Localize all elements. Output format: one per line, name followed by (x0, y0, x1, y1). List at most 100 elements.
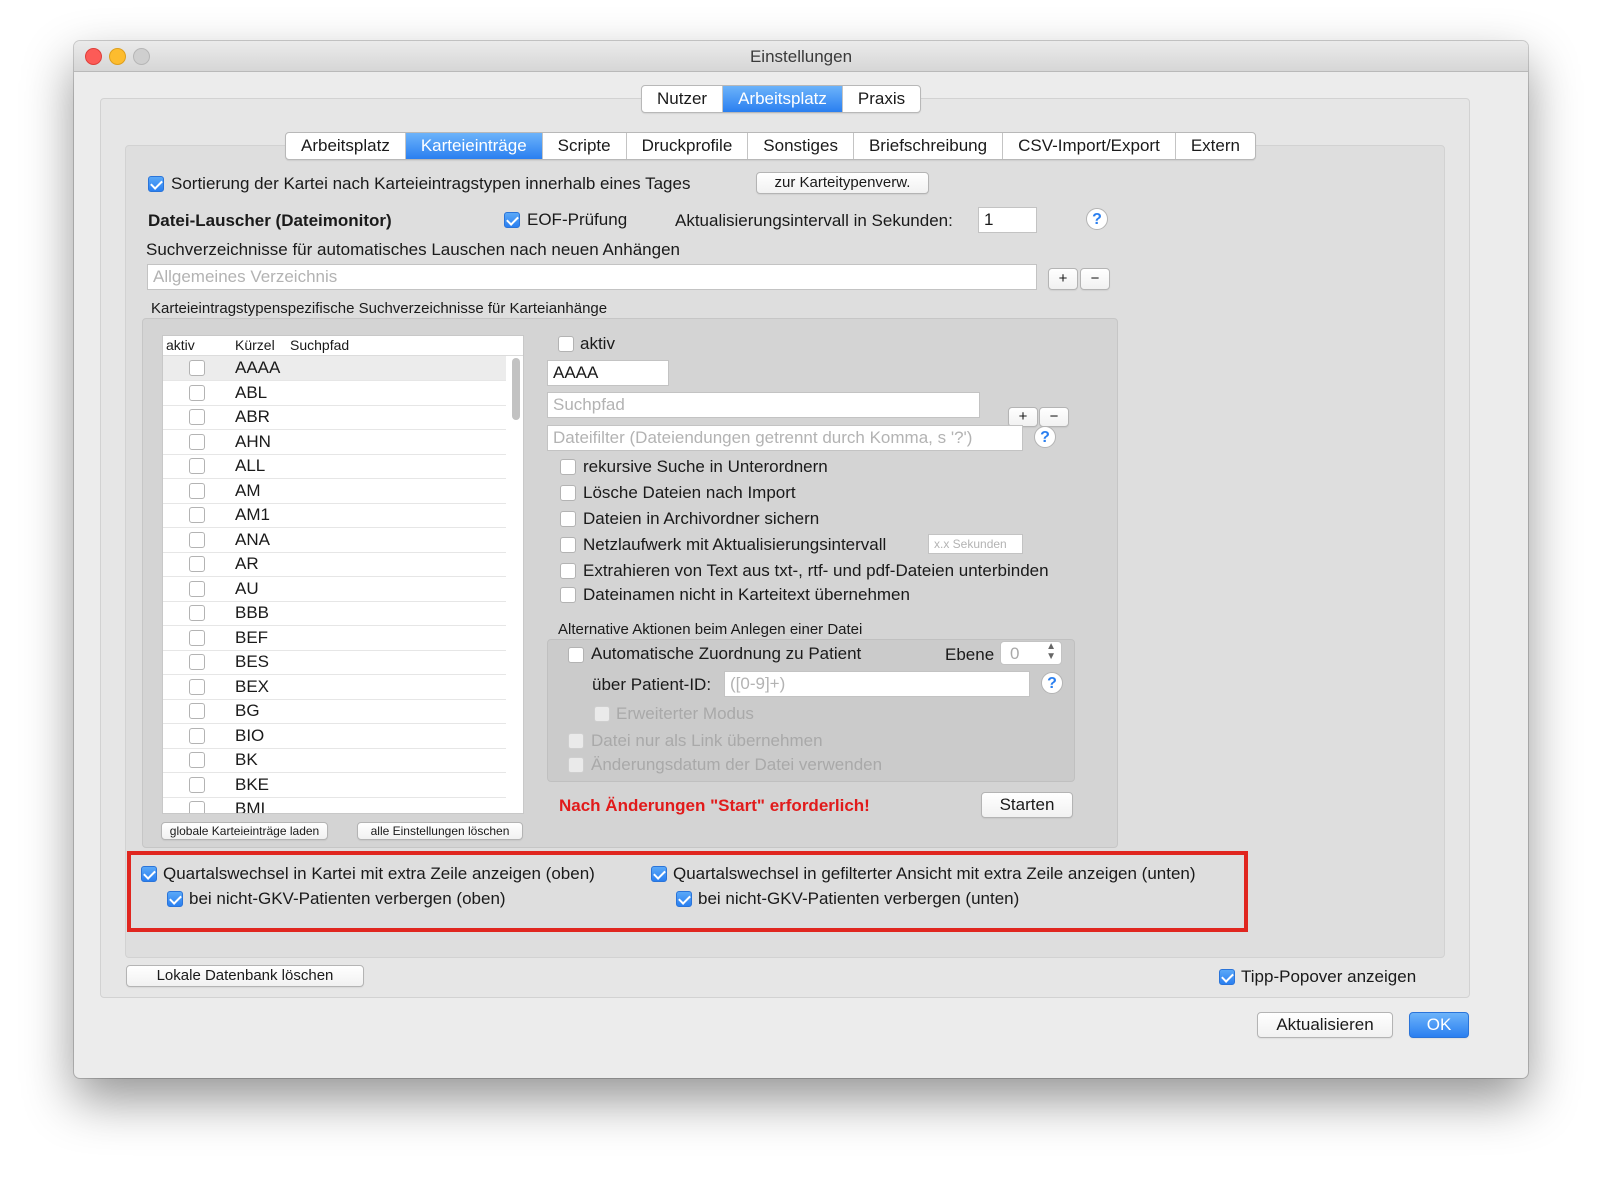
row-aktiv-checkbox[interactable] (189, 482, 205, 499)
row-aktiv-checkbox[interactable] (189, 409, 205, 425)
table-row[interactable]: AU (163, 577, 506, 602)
row-aktiv-checkbox[interactable] (189, 433, 205, 450)
code-input[interactable]: AAAA (547, 360, 669, 386)
subtab-sonstiges[interactable]: Sonstiges (748, 133, 854, 159)
quarter-bottom-checkbox[interactable] (651, 866, 667, 882)
remove-path-button[interactable]: − (1039, 407, 1069, 427)
quarter-top-hide-checkbox[interactable] (167, 891, 183, 907)
table-row[interactable]: AM1 (163, 503, 506, 528)
subtab-karteieintraege[interactable]: Karteieinträge (405, 133, 543, 159)
column-kuerzel[interactable]: Kürzel (235, 337, 275, 353)
column-suchpfad[interactable]: Suchpfad (290, 337, 349, 353)
interval-input[interactable]: 1 (978, 207, 1037, 233)
quarter-bottom-label: Quartalswechsel in gefilterter Ansicht m… (673, 864, 1196, 883)
load-global-entries-button[interactable]: globale Karteieinträge laden (161, 822, 328, 840)
subtab-briefschreibung[interactable]: Briefschreibung (854, 133, 1004, 159)
row-aktiv-checkbox[interactable] (189, 384, 205, 401)
table-row[interactable]: BEX (163, 675, 506, 700)
patient-id-help-button[interactable]: ? (1041, 672, 1063, 694)
archive-folder-checkbox[interactable] (560, 511, 576, 527)
table-row[interactable]: BKE (163, 773, 506, 798)
eof-checkbox[interactable] (504, 212, 520, 228)
row-aktiv-checkbox[interactable] (189, 703, 205, 719)
quarter-bottom-hide-checkbox[interactable] (676, 891, 692, 907)
filename-checkbox[interactable] (560, 587, 576, 603)
tab-nutzer[interactable]: Nutzer (642, 86, 724, 112)
filefilter-input[interactable]: Dateifilter (Dateiendungen getrennt durc… (547, 425, 1023, 451)
auto-assign-checkbox[interactable] (568, 647, 584, 663)
table-row[interactable]: ABR (163, 405, 506, 430)
window-title: Einstellungen (749, 47, 853, 66)
remove-directory-button[interactable]: − (1080, 268, 1110, 290)
subtab-scripte[interactable]: Scripte (543, 133, 627, 159)
table-row[interactable]: BBB (163, 601, 506, 626)
delete-after-import-checkbox[interactable] (560, 485, 576, 501)
table-row[interactable]: ALL (163, 454, 506, 479)
row-aktiv-checkbox[interactable] (189, 556, 205, 572)
row-aktiv-checkbox[interactable] (189, 727, 205, 744)
row-aktiv-checkbox[interactable] (189, 801, 205, 813)
row-aktiv-checkbox[interactable] (189, 752, 205, 768)
stepper-arrows-icon[interactable]: ▲ ▼ (1046, 642, 1056, 662)
refresh-button[interactable]: Aktualisieren (1257, 1012, 1393, 1038)
add-path-button[interactable]: + (1008, 407, 1038, 427)
detail-aktiv-checkbox[interactable] (558, 336, 574, 352)
subtab-druckprofile[interactable]: Druckprofile (627, 133, 749, 159)
subtab-extern[interactable]: Extern (1176, 133, 1255, 159)
row-aktiv-checkbox[interactable] (189, 678, 205, 695)
table-row[interactable]: AAAA (163, 356, 506, 381)
quarter-top-checkbox[interactable] (141, 866, 157, 882)
karteitypen-button[interactable]: zur Karteitypenverw. (756, 172, 929, 194)
table-row[interactable]: BMI (163, 797, 506, 813)
sub-tab-bar: Arbeitsplatz Karteieinträge Scripte Druc… (285, 132, 1256, 160)
patient-id-input[interactable]: ([0-9]+) (724, 671, 1030, 697)
ok-button[interactable]: OK (1409, 1012, 1469, 1038)
row-aktiv-checkbox[interactable] (189, 360, 205, 376)
sort-checkbox[interactable] (148, 176, 164, 192)
row-kuerzel: AU (235, 578, 259, 598)
filefilter-help-button[interactable]: ? (1034, 426, 1056, 448)
row-aktiv-checkbox[interactable] (189, 629, 205, 646)
row-aktiv-checkbox[interactable] (189, 531, 205, 548)
mod-date-label: Änderungsdatum der Datei verwenden (591, 755, 883, 774)
table-row[interactable]: ANA (163, 528, 506, 553)
table-row[interactable]: AR (163, 552, 506, 577)
column-aktiv[interactable]: aktiv (166, 337, 195, 353)
searchpath-input[interactable]: Suchpfad (547, 392, 980, 418)
table-row[interactable]: BK (163, 748, 506, 773)
link-only-checkbox[interactable] (568, 733, 584, 749)
tab-praxis[interactable]: Praxis (843, 86, 920, 112)
monitor-help-button[interactable]: ? (1086, 208, 1108, 230)
row-aktiv-checkbox[interactable] (189, 776, 205, 793)
clear-all-settings-button[interactable]: alle Einstellungen löschen (357, 822, 523, 840)
row-aktiv-checkbox[interactable] (189, 654, 205, 670)
general-directory-input[interactable]: Allgemeines Verzeichnis (147, 264, 1037, 290)
table-row[interactable]: BEF (163, 626, 506, 651)
tips-checkbox[interactable] (1219, 969, 1235, 985)
row-aktiv-checkbox[interactable] (189, 458, 205, 474)
delete-local-db-button[interactable]: Lokale Datenbank löschen (126, 965, 364, 987)
table-row[interactable]: BG (163, 699, 506, 724)
row-aktiv-checkbox[interactable] (189, 605, 205, 621)
row-aktiv-checkbox[interactable] (189, 580, 205, 597)
table-row[interactable]: ABL (163, 381, 506, 406)
start-button[interactable]: Starten (981, 792, 1073, 818)
seconds-input[interactable]: x.x Sekunden (928, 534, 1023, 554)
subtab-arbeitsplatz[interactable]: Arbeitsplatz (286, 133, 406, 159)
table-row[interactable]: BES (163, 650, 506, 675)
mod-date-checkbox[interactable] (568, 757, 584, 773)
extended-mode-checkbox[interactable] (594, 706, 610, 722)
tab-arbeitsplatz[interactable]: Arbeitsplatz (723, 86, 843, 112)
recursive-search-checkbox[interactable] (560, 459, 576, 475)
row-kuerzel: BKE (235, 774, 270, 794)
subtab-csv-import-export[interactable]: CSV-Import/Export (1003, 133, 1176, 159)
extract-text-checkbox[interactable] (560, 563, 576, 579)
network-drive-checkbox[interactable] (560, 537, 576, 553)
table-row[interactable]: AM (163, 479, 506, 504)
level-stepper[interactable]: 0 ▲ ▼ (1000, 641, 1062, 665)
add-directory-button[interactable]: + (1048, 268, 1078, 290)
table-row[interactable]: BIO (163, 724, 506, 749)
table-row[interactable]: AHN (163, 430, 506, 455)
row-aktiv-checkbox[interactable] (189, 507, 205, 523)
table-scrollbar[interactable] (512, 358, 520, 420)
